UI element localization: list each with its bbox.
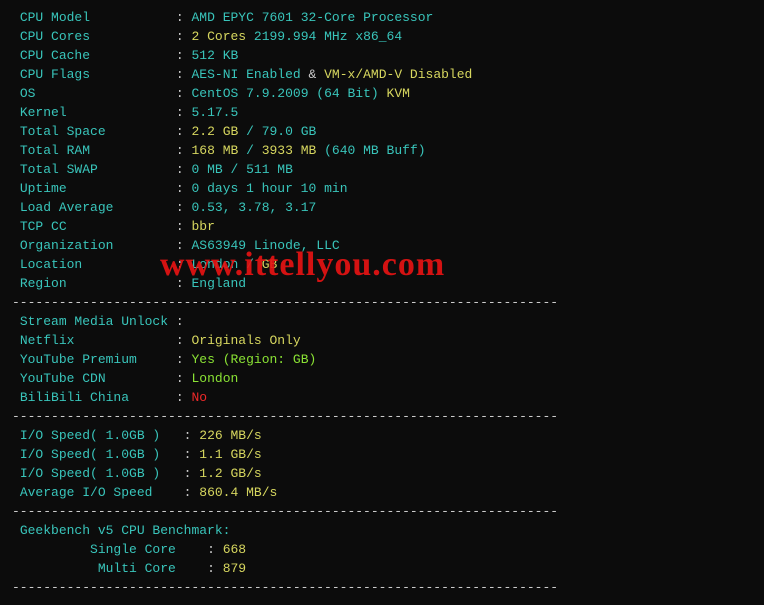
divider: ----------------------------------------…: [12, 293, 752, 312]
netflix-value: Originals Only: [191, 333, 300, 348]
divider: ----------------------------------------…: [12, 407, 752, 426]
bili-label: BiliBili China: [20, 390, 129, 405]
io-avg-label: Average I/O Speed: [20, 485, 153, 500]
load-value: 0.53, 3.78, 3.17: [191, 200, 316, 215]
cpu-flags-aes: AES-NI Enabled: [191, 67, 300, 82]
loc-label: Location: [20, 257, 82, 272]
swap-label: Total SWAP: [20, 162, 98, 177]
ytp-value: Yes (Region: GB): [191, 352, 316, 367]
uptime-label: Uptime: [20, 181, 67, 196]
load-label: Load Average: [20, 200, 114, 215]
uptime-value: 0 days 1 hour 10 min: [191, 181, 347, 196]
ram-buff: (640 MB Buff): [324, 143, 425, 158]
swap-total: 511 MB: [246, 162, 293, 177]
loc-city: London: [191, 257, 238, 272]
ram-used: 168 MB: [191, 143, 238, 158]
os-virt: KVM: [387, 86, 410, 101]
space-used: 2.2 GB: [191, 124, 238, 139]
io3-label: I/O Speed( 1.0GB ): [20, 466, 160, 481]
gb-multi-label: Multi Core: [98, 561, 176, 576]
io2-label: I/O Speed( 1.0GB ): [20, 447, 160, 462]
gb-single-label: Single Core: [90, 542, 176, 557]
tcp-value: bbr: [191, 219, 214, 234]
loc-cc: GB: [262, 257, 278, 272]
gb-multi-value: 879: [223, 561, 246, 576]
cpu-flags-vmx: VM-x/AMD-V Disabled: [324, 67, 472, 82]
org-label: Organization: [20, 238, 114, 253]
divider: ----------------------------------------…: [12, 502, 752, 521]
cpu-model-value: AMD EPYC 7601 32-Core Processor: [191, 10, 433, 25]
space-total: 79.0 GB: [262, 124, 317, 139]
ytp-label: YouTube Premium: [20, 352, 137, 367]
stream-header: Stream Media Unlock: [20, 314, 168, 329]
io2-value: 1.1 GB/s: [199, 447, 261, 462]
ytcdn-label: YouTube CDN: [20, 371, 106, 386]
os-value: CentOS 7.9.2009 (64 Bit): [191, 86, 378, 101]
divider: ----------------------------------------…: [12, 578, 752, 597]
os-label: OS: [20, 86, 36, 101]
cpu-flags-label: CPU Flags: [20, 67, 90, 82]
io1-label: I/O Speed( 1.0GB ): [20, 428, 160, 443]
ram-total: 3933 MB: [262, 143, 317, 158]
tcp-label: TCP CC: [20, 219, 67, 234]
kernel-value: 5.17.5: [191, 105, 238, 120]
io-avg-value: 860.4 MB/s: [199, 485, 277, 500]
swap-used: 0 MB: [191, 162, 222, 177]
gb-single-value: 668: [223, 542, 246, 557]
region-label: Region: [20, 276, 67, 291]
bili-value: No: [191, 390, 207, 405]
cpu-cores-label: CPU Cores: [20, 29, 90, 44]
geekbench-header: Geekbench v5 CPU Benchmark:: [20, 523, 231, 538]
region-value: England: [191, 276, 246, 291]
cpu-cache-label: CPU Cache: [20, 48, 90, 63]
cpu-model-label: CPU Model: [20, 10, 90, 25]
cpu-cores-freq: 2199.994 MHz x86_64: [254, 29, 402, 44]
ram-label: Total RAM: [20, 143, 90, 158]
ytcdn-value: London: [191, 371, 238, 386]
org-value: AS63949 Linode, LLC: [191, 238, 339, 253]
kernel-label: Kernel: [20, 105, 67, 120]
io3-value: 1.2 GB/s: [199, 466, 261, 481]
terminal-output: CPU Model : AMD EPYC 7601 32-Core Proces…: [12, 8, 752, 597]
cpu-cores-count: 2 Cores: [191, 29, 246, 44]
io1-value: 226 MB/s: [199, 428, 261, 443]
cpu-cache-value: 512 KB: [191, 48, 238, 63]
space-label: Total Space: [20, 124, 106, 139]
netflix-label: Netflix: [20, 333, 75, 348]
